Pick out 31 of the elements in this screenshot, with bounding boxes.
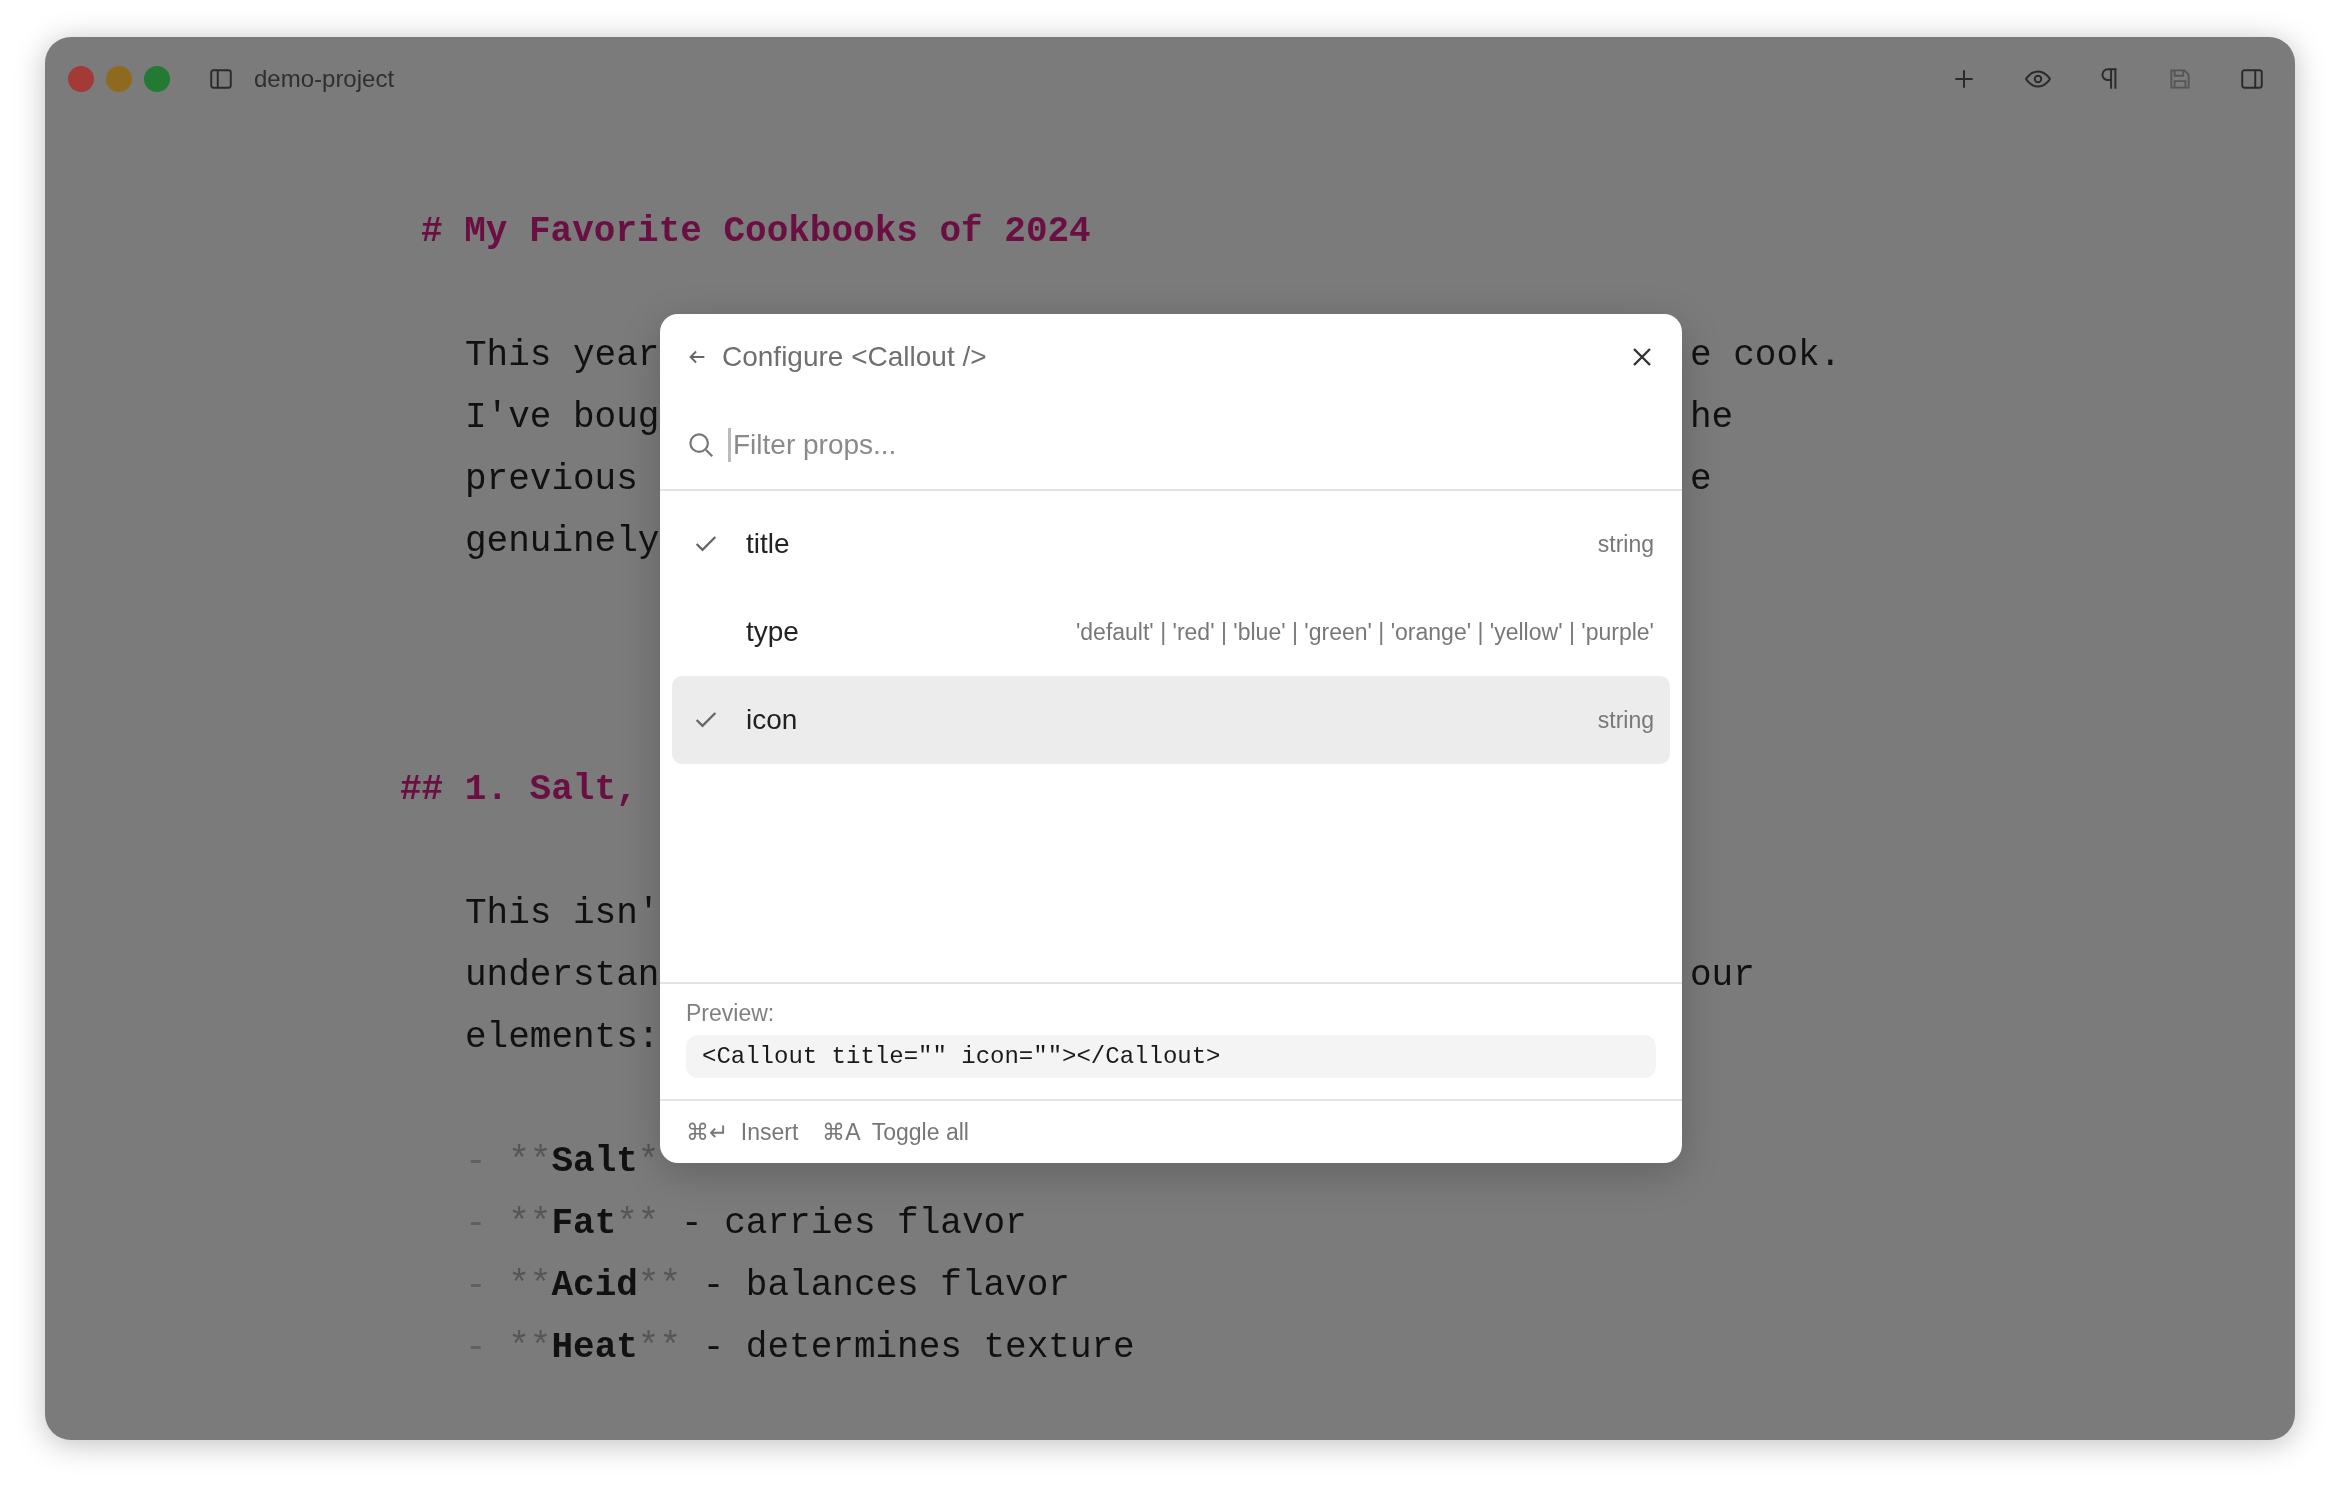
paragraph-text: our [1690, 954, 1755, 998]
heading: # My Favorite Cookbooks of 2024 [420, 210, 1092, 254]
list-item-text: - **Acid** - balances flavor [465, 1264, 1070, 1308]
paragraph-text: I've boug [465, 396, 661, 440]
list-item-text: - **Heat** - determines texture [465, 1326, 1135, 1370]
paragraph-text: understan [465, 954, 661, 998]
prop-type: string [1597, 706, 1654, 734]
prop-name: icon [746, 704, 798, 736]
paragraph-text: he [1690, 396, 1734, 440]
prop-type: 'default' | 'red' | 'blue' | 'green' | 'orange' | 'yellow' | 'purple' [1075, 618, 1654, 646]
window-title: demo-project [254, 64, 395, 93]
paragraph-text: e [1690, 458, 1712, 502]
paragraph-text: genuinely [465, 520, 661, 564]
paragraph-text: previous [465, 458, 639, 502]
subheading: ## 1. Salt, [399, 768, 639, 812]
preview-label: Preview: [686, 1000, 776, 1027]
shortcut-hint: ⌘A Toggle all [822, 1118, 969, 1146]
paragraph-text: e cook. [1690, 334, 1842, 378]
paragraph-text: elements: [465, 1016, 661, 1060]
prop-name: title [746, 528, 790, 560]
dialog-title: Configure <Callout /> [722, 341, 987, 373]
code-preview: <Callout title="" icon=""></Callout> [686, 1035, 1656, 1078]
prop-row[interactable]: type 'default' | 'red' | 'blue' | 'green' | 'orange' | 'yellow' | 'purple' [672, 588, 1670, 676]
prop-row[interactable]: icon string [672, 676, 1670, 764]
shortcut-hint: ⌘↵ Insert [686, 1118, 799, 1146]
prop-row[interactable]: title string [672, 500, 1670, 588]
paragraph-text: This year [465, 334, 661, 378]
prop-name: type [746, 616, 799, 648]
list-item-text: - **Fat** - carries flavor [465, 1202, 1027, 1246]
paragraph-text: This isn' [465, 892, 661, 936]
prop-type: string [1597, 530, 1654, 558]
